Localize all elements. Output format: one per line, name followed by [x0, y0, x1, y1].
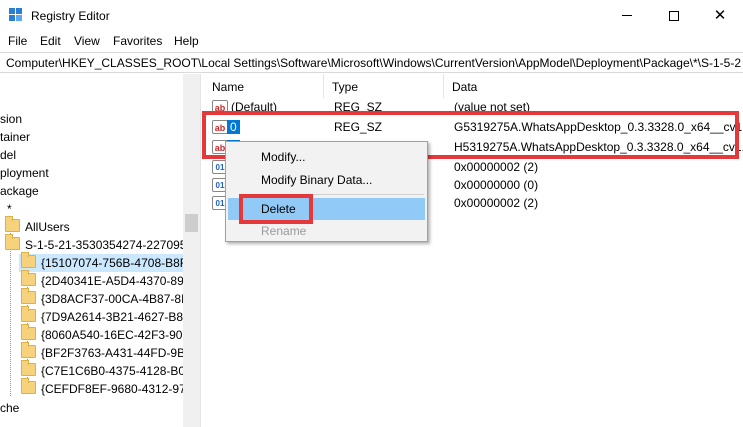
- menu-item-modify[interactable]: Modify...: [228, 146, 425, 168]
- tree-item-package-guid[interactable]: {3D8ACF37-00CA-4B87-8D0: [19, 288, 196, 308]
- minimize-button[interactable]: [604, 0, 650, 31]
- context-menu: Modify... Modify Binary Data... Delete R…: [225, 141, 428, 242]
- column-header-name[interactable]: Name: [204, 74, 324, 98]
- address-bar[interactable]: Computer\HKEY_CLASSES_ROOT\Local Setting…: [0, 52, 743, 73]
- tree-item-sid[interactable]: S-1-5-21-3530354274-2270958: [5, 234, 193, 254]
- tree-item-package-guid[interactable]: {CEFDF8EF-9680-4312-975C: [19, 378, 200, 398]
- column-header-data[interactable]: Data: [444, 74, 743, 98]
- maximize-button[interactable]: [651, 0, 697, 31]
- close-button[interactable]: ✕: [697, 0, 743, 31]
- folder-icon: [21, 324, 36, 340]
- tree-item-package-guid[interactable]: {7D9A2614-3B21-4627-B8AI: [19, 306, 194, 326]
- highlight-box-delete: [239, 194, 313, 224]
- menu-bar: File Edit View Favorites Help: [0, 31, 743, 52]
- menu-view[interactable]: View: [74, 34, 100, 48]
- tree-item-allusers[interactable]: AllUsers: [5, 216, 185, 236]
- scrollbar-thumb[interactable]: [185, 214, 198, 232]
- maximize-icon: [669, 10, 679, 21]
- folder-icon: [5, 216, 20, 232]
- close-icon: ✕: [713, 7, 727, 24]
- menu-item-modify-binary[interactable]: Modify Binary Data...: [228, 169, 425, 191]
- window-title: Registry Editor: [31, 9, 110, 23]
- tree-scrollbar[interactable]: [183, 74, 200, 427]
- menu-file[interactable]: File: [8, 34, 27, 48]
- tree-item-package-guid[interactable]: {2D40341E-A5D4-4370-895E: [19, 270, 198, 290]
- tree-item-package-guid[interactable]: {8060A540-16EC-42F3-9092: [19, 324, 196, 344]
- folder-icon: [21, 270, 36, 286]
- folder-icon: [21, 342, 36, 358]
- folder-icon: [5, 234, 20, 250]
- tree-item-package-guid[interactable]: {15107074-756B-4708-B8FB: [19, 252, 195, 272]
- minimize-icon: [622, 15, 632, 16]
- tree-item-package-guid[interactable]: {BF2F3763-A431-44FD-9BA: [19, 342, 193, 362]
- tree-item-package-guid[interactable]: {C7E1C6B0-4375-4128-B04E: [19, 360, 200, 380]
- folder-icon: [21, 378, 36, 394]
- key-tree[interactable]: sion tainer del ployment ackage * AllUse…: [0, 74, 200, 427]
- registry-editor-icon: [9, 8, 23, 22]
- folder-icon: [21, 252, 36, 268]
- title-bar: Registry Editor ✕: [0, 0, 743, 31]
- menu-favorites[interactable]: Favorites: [113, 34, 162, 48]
- folder-icon: [21, 360, 36, 376]
- folder-icon: [21, 288, 36, 304]
- address-path: Computer\HKEY_CLASSES_ROOT\Local Setting…: [6, 56, 741, 70]
- folder-icon: [21, 306, 36, 322]
- menu-help[interactable]: Help: [174, 34, 199, 48]
- column-header-type[interactable]: Type: [324, 74, 444, 98]
- menu-edit[interactable]: Edit: [40, 34, 61, 48]
